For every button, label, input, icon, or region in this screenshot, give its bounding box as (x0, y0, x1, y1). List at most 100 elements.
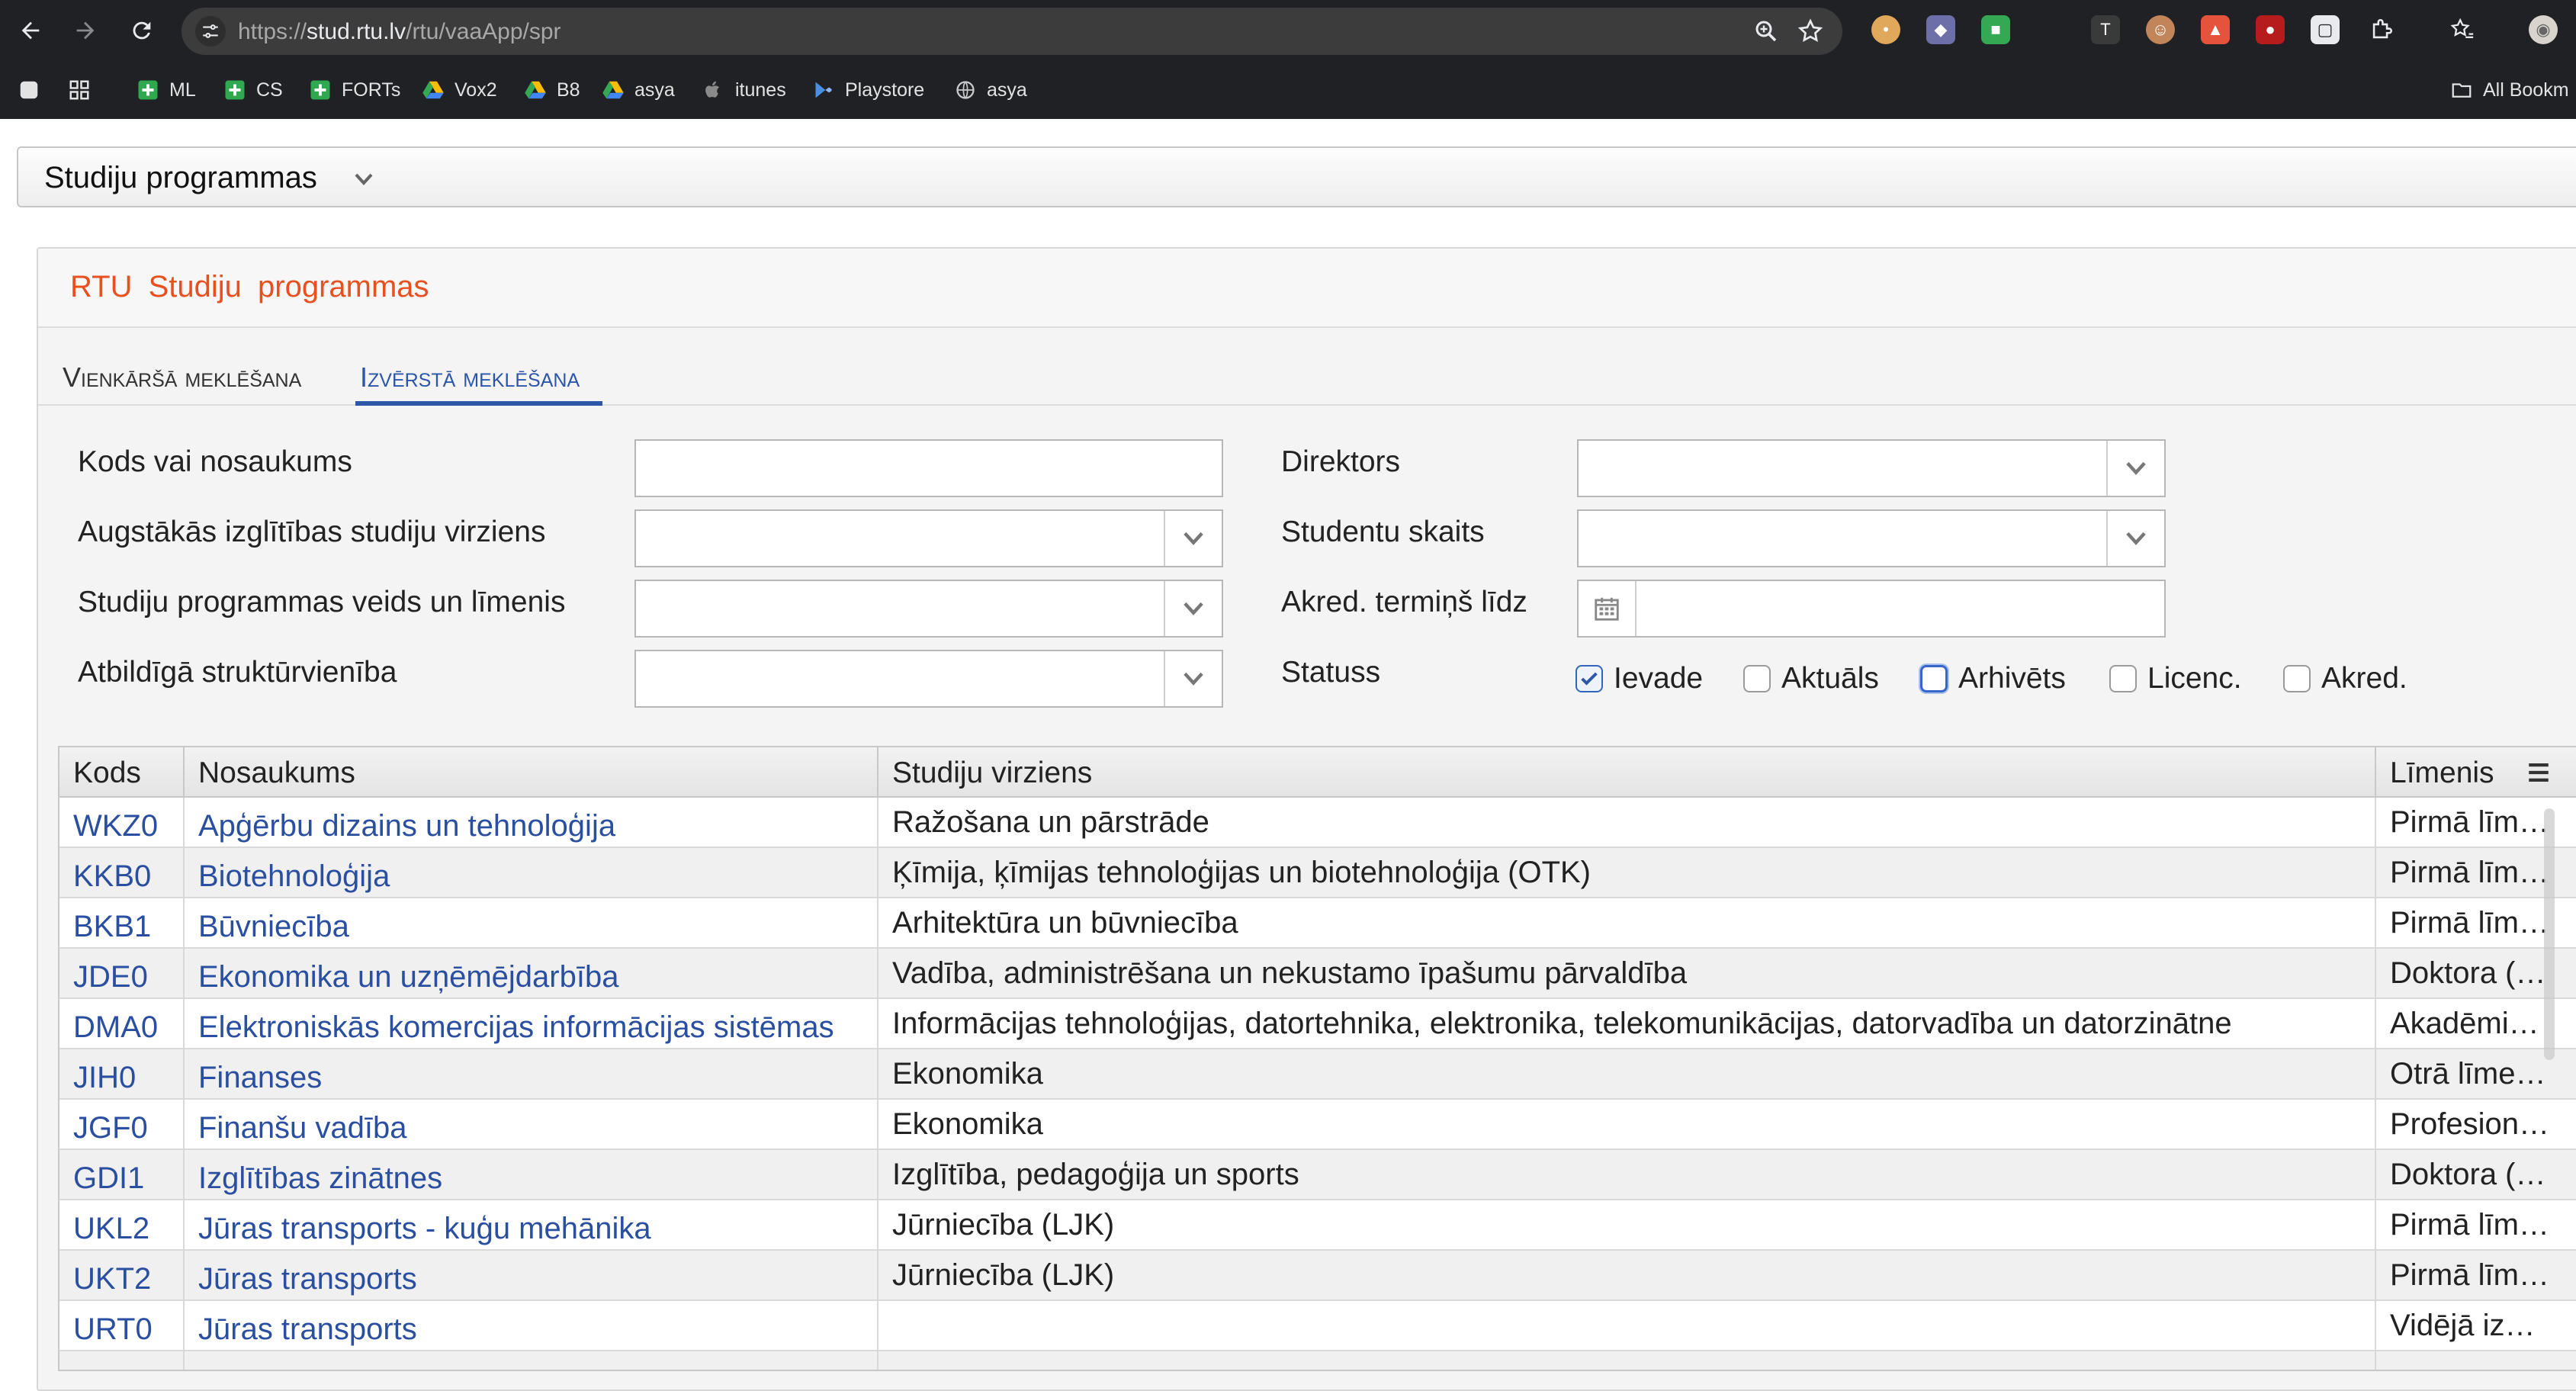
table-row[interactable]: JGF0 Finanšu vadība Ekonomika Profesionālā … (59, 1100, 2576, 1150)
bookmark-asya-globe[interactable]: asya (953, 75, 1027, 105)
column-menu-button[interactable] (2520, 747, 2558, 798)
bookmark-asya-drive[interactable]: asya (601, 75, 675, 105)
code-or-name-input[interactable] (634, 439, 1223, 497)
cell-name[interactable]: Jūras transports (185, 1251, 878, 1301)
apps-grid-button[interactable] (67, 75, 92, 105)
type-level-select[interactable] (634, 580, 1223, 638)
cell-code[interactable]: URT0 (59, 1301, 185, 1351)
extensions-puzzle-icon[interactable] (2367, 15, 2396, 44)
reading-list-star-icon[interactable] (2448, 15, 2477, 44)
student-count-dropdown-toggle[interactable] (2106, 511, 2164, 566)
status-ievade-checkbox[interactable]: Ievade (1575, 660, 1703, 697)
table-row[interactable]: GDI1 Izglītības zinātnes Izglītība, pedago… (59, 1150, 2576, 1200)
unit-select[interactable] (634, 650, 1223, 708)
date-picker-button[interactable] (1579, 581, 1636, 636)
checkbox-box[interactable] (1920, 665, 1948, 692)
cell-code[interactable]: GDI1 (59, 1150, 185, 1200)
column-header-code[interactable]: Kods (59, 747, 185, 798)
table-row[interactable]: WKZ0 Apģērbu dizains un tehnoloģija Ražoša… (59, 798, 2576, 848)
module-selector[interactable]: Studiju programmas (17, 146, 2576, 207)
unit-dropdown-toggle[interactable] (1164, 651, 1222, 706)
extension-green-icon[interactable]: ■ (1981, 15, 2010, 44)
extension-cookie-icon[interactable]: • (1871, 15, 1900, 44)
table-row[interactable] (59, 1351, 2576, 1370)
type-level-dropdown-toggle[interactable] (1164, 581, 1222, 636)
direction-dropdown-toggle[interactable] (1164, 511, 1222, 566)
cell-code[interactable]: BKB1 (59, 898, 185, 949)
extension-dark-red-icon[interactable]: ● (2256, 15, 2285, 44)
cell-name[interactable] (185, 1351, 878, 1370)
status-aktuals-checkbox[interactable]: Aktuāls (1743, 660, 1879, 697)
cell-code[interactable] (59, 1351, 185, 1370)
status-akred-checkbox[interactable]: Akred. (2283, 660, 2407, 697)
profile-avatar[interactable]: ◉ (2529, 15, 2558, 44)
all-bookmarks-button[interactable]: All Bookm (2449, 75, 2569, 105)
cell-name[interactable]: Finanses (185, 1049, 878, 1100)
director-select[interactable] (1577, 439, 2166, 497)
site-info-button[interactable] (195, 16, 226, 47)
extension-shirt-icon[interactable]: T (2091, 15, 2120, 44)
extension-shield-icon[interactable]: ◆ (1926, 15, 1955, 44)
cell-code[interactable]: UKL2 (59, 1200, 185, 1251)
reload-button[interactable] (120, 9, 163, 52)
bookmark-label: B8 (557, 79, 580, 101)
accred-deadline-input[interactable] (1577, 580, 2166, 638)
status-arhivets-checkbox[interactable]: Arhivēts (1920, 660, 2066, 697)
status-licenc-checkbox[interactable]: Licenc. (2109, 660, 2242, 697)
cell-name[interactable]: Jūras transports - kuģu mehānika (185, 1200, 878, 1251)
table-row[interactable]: BKB1 Būvniecība Arhitektūra un būvniecība P… (59, 898, 2576, 949)
cell-name[interactable]: Izglītības zinātnes (185, 1150, 878, 1200)
direction-select[interactable] (634, 509, 1223, 567)
checkbox-label: Aktuāls (1781, 662, 1879, 695)
bookmark-ml[interactable]: ML (136, 75, 196, 105)
cell-name[interactable]: Būvniecība (185, 898, 878, 949)
checkbox-box[interactable] (1743, 665, 1771, 692)
cell-code[interactable]: JGF0 (59, 1100, 185, 1150)
cell-name[interactable]: Biotehnoloģija (185, 848, 878, 898)
cell-code[interactable]: JIH0 (59, 1049, 185, 1100)
cell-code[interactable]: JDE0 (59, 949, 185, 999)
student-count-select[interactable] (1577, 509, 2166, 567)
tab-simple-search[interactable]: Vienkāršā meklēšana (63, 329, 301, 406)
table-row[interactable]: KKB0 Biotehnoloģija Ķīmija, ķīmijas tehnol… (59, 848, 2576, 898)
checkbox-box[interactable] (2283, 665, 2311, 692)
cell-name[interactable]: Ekonomika un uzņēmējdarbība (185, 949, 878, 999)
apps-tile-button[interactable] (17, 75, 41, 105)
cell-name[interactable]: Finanšu vadība (185, 1100, 878, 1150)
checkbox-box[interactable] (2109, 665, 2137, 692)
cell-name[interactable]: Apģērbu dizains un tehnoloģija (185, 798, 878, 848)
forward-button[interactable] (64, 9, 107, 52)
table-row[interactable]: UKT2 Jūras transports Jūrniecība (LJK) Pirm… (59, 1251, 2576, 1301)
extension-face-icon[interactable]: ☺ (2146, 15, 2175, 44)
table-row[interactable]: URT0Jūras transports Vidējā izglītība (59, 1301, 2576, 1351)
bookmark-itunes[interactable]: itunes (702, 75, 786, 105)
column-header-direction[interactable]: Studiju virziens (878, 747, 2376, 798)
cell-name[interactable]: Elektroniskās komercijas informācijas si… (185, 999, 878, 1049)
bookmark-b8[interactable]: B8 (523, 75, 580, 105)
back-button[interactable] (9, 9, 52, 52)
table-row[interactable]: UKL2 Jūras transports - kuģu mehānika Jūrn… (59, 1200, 2576, 1251)
bookmark-playstore[interactable]: Playstore (811, 75, 924, 105)
bookmark-label: Playstore (845, 79, 925, 101)
cell-code[interactable]: KKB0 (59, 848, 185, 898)
extension-square-icon[interactable]: ▢ (2311, 15, 2340, 44)
cell-name[interactable]: Jūras transports (185, 1301, 878, 1351)
cell-code[interactable]: UKT2 (59, 1251, 185, 1301)
bookmark-forts[interactable]: FORTs (308, 75, 400, 105)
tab-advanced-search[interactable]: Izvērstā meklēšana (360, 329, 580, 406)
table-row[interactable]: JIH0FinansesEkonomika Otrā līmeņa profesi… (59, 1049, 2576, 1100)
bookmark-cs[interactable]: CS (223, 75, 283, 105)
address-bar[interactable]: https://stud.rtu.lv/rtu/vaaApp/spr (181, 8, 1842, 55)
bookmark-star-button[interactable] (1797, 18, 1824, 45)
bookmark-vox2[interactable]: Vox2 (421, 75, 497, 105)
extension-red-icon[interactable]: ▲ (2201, 15, 2230, 44)
checkbox-box[interactable] (1575, 665, 1603, 692)
grid-scrollbar[interactable] (2544, 808, 2555, 1060)
cell-code[interactable]: WKZ0 (59, 798, 185, 848)
table-row[interactable]: DMA0 Elektroniskās komercijas informācija… (59, 999, 2576, 1049)
table-row[interactable]: JDE0 Ekonomika un uzņēmējdarbība Vadība, a… (59, 949, 2576, 999)
director-dropdown-toggle[interactable] (2106, 441, 2164, 496)
column-header-name[interactable]: Nosaukums (185, 747, 878, 798)
zoom-button[interactable] (1752, 18, 1780, 45)
cell-code[interactable]: DMA0 (59, 999, 185, 1049)
